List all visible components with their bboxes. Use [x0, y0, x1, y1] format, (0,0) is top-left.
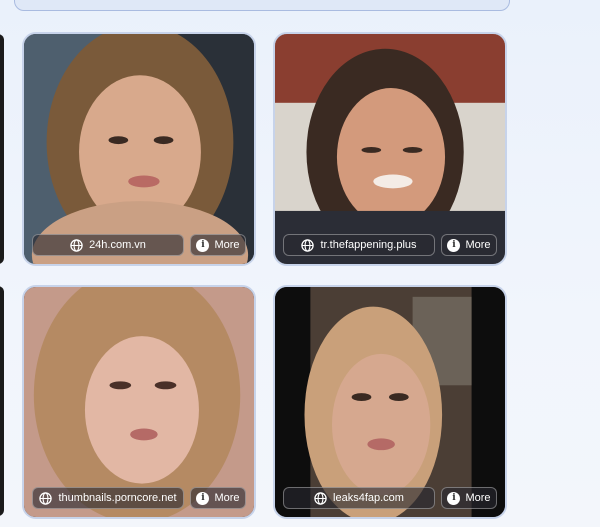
result-card[interactable]: 24h.com.vn i More: [22, 32, 256, 266]
globe-icon: [301, 238, 315, 252]
result-card[interactable]: thumbnails.porncore.net i More: [22, 285, 256, 519]
info-icon: i: [196, 491, 210, 505]
previous-card-edge[interactable]: [0, 286, 4, 516]
source-domain: tr.thefappening.plus: [320, 239, 417, 251]
result-card[interactable]: tr.thefappening.plus i More: [273, 32, 507, 266]
source-domain: leaks4fap.com: [333, 492, 404, 504]
source-link[interactable]: tr.thefappening.plus: [283, 234, 435, 256]
info-icon: i: [447, 238, 461, 252]
globe-icon: [39, 491, 53, 505]
source-link[interactable]: thumbnails.porncore.net: [32, 487, 184, 509]
more-button[interactable]: i More: [441, 487, 497, 509]
result-thumbnail[interactable]: [24, 287, 254, 517]
more-button[interactable]: i More: [441, 234, 497, 256]
more-label: More: [465, 492, 491, 504]
more-label: More: [214, 239, 240, 251]
source-domain: 24h.com.vn: [89, 239, 146, 251]
more-label: More: [465, 239, 491, 251]
search-bar[interactable]: [14, 0, 510, 11]
source-link[interactable]: 24h.com.vn: [32, 234, 184, 256]
more-label: More: [214, 492, 240, 504]
more-button[interactable]: i More: [190, 234, 246, 256]
result-thumbnail[interactable]: [275, 34, 505, 264]
source-domain: thumbnails.porncore.net: [58, 492, 177, 504]
info-icon: i: [447, 491, 461, 505]
result-thumbnail[interactable]: [24, 34, 254, 264]
more-button[interactable]: i More: [190, 487, 246, 509]
globe-icon: [70, 238, 83, 252]
previous-card-edge[interactable]: [0, 34, 4, 264]
info-icon: i: [196, 238, 210, 252]
source-link[interactable]: leaks4fap.com: [283, 487, 435, 509]
result-card[interactable]: leaks4fap.com i More: [273, 285, 507, 519]
result-thumbnail[interactable]: [275, 287, 505, 517]
globe-icon: [314, 491, 327, 505]
